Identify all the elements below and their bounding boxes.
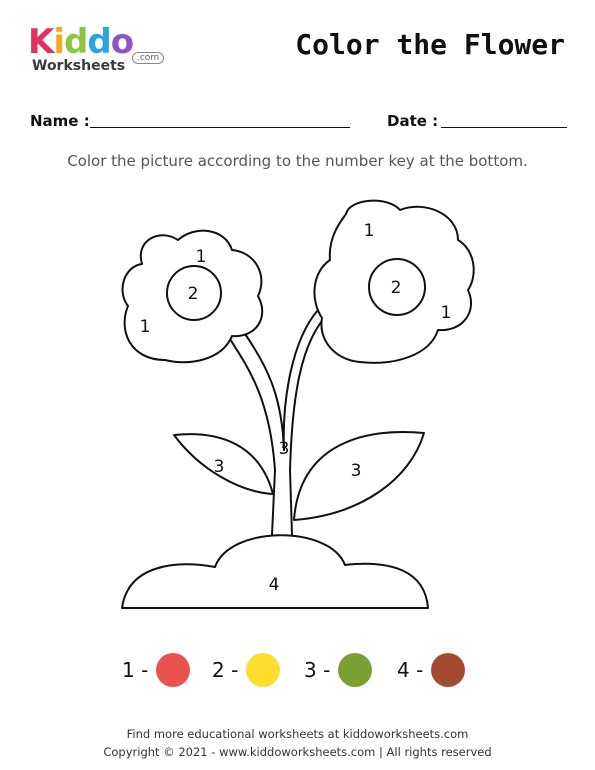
footer-copyright: Copyright © 2021 - www.kiddoworksheets.c… (103, 745, 492, 759)
right-stem-inner (282, 309, 319, 451)
green-swatch (338, 653, 373, 687)
number-label: 1 (196, 247, 207, 267)
number-label: 1 (441, 303, 452, 323)
number-label: 4 (269, 575, 280, 595)
number-label: 2 (391, 278, 402, 298)
number-label: 1 (140, 317, 151, 337)
key-number: 4 - (397, 658, 424, 682)
key-number: 2 - (212, 658, 239, 682)
color-key-item: 1 - (122, 650, 191, 690)
key-number: 3 - (304, 658, 331, 682)
left-stem (227, 335, 276, 536)
number-label: 2 (188, 284, 199, 304)
red-swatch (156, 653, 191, 687)
color-key-item: 4 - (397, 650, 466, 690)
color-key-item: 2 - (212, 650, 281, 690)
key-number: 1 - (122, 658, 149, 682)
yellow-swatch (246, 653, 281, 687)
number-label: 3 (351, 461, 362, 481)
number-label: 3 (279, 439, 290, 459)
brown-swatch (431, 653, 466, 687)
footer-line: Find more educational worksheets at kidd… (126, 727, 469, 741)
ground-mound (121, 534, 429, 609)
number-label: 3 (214, 457, 225, 477)
color-key-item: 3 - (304, 650, 373, 690)
left-stem-inner (244, 333, 285, 451)
number-label: 1 (364, 221, 375, 241)
flower-coloring-picture: 1 2 1 1 2 1 3 3 3 4 (121, 199, 475, 609)
